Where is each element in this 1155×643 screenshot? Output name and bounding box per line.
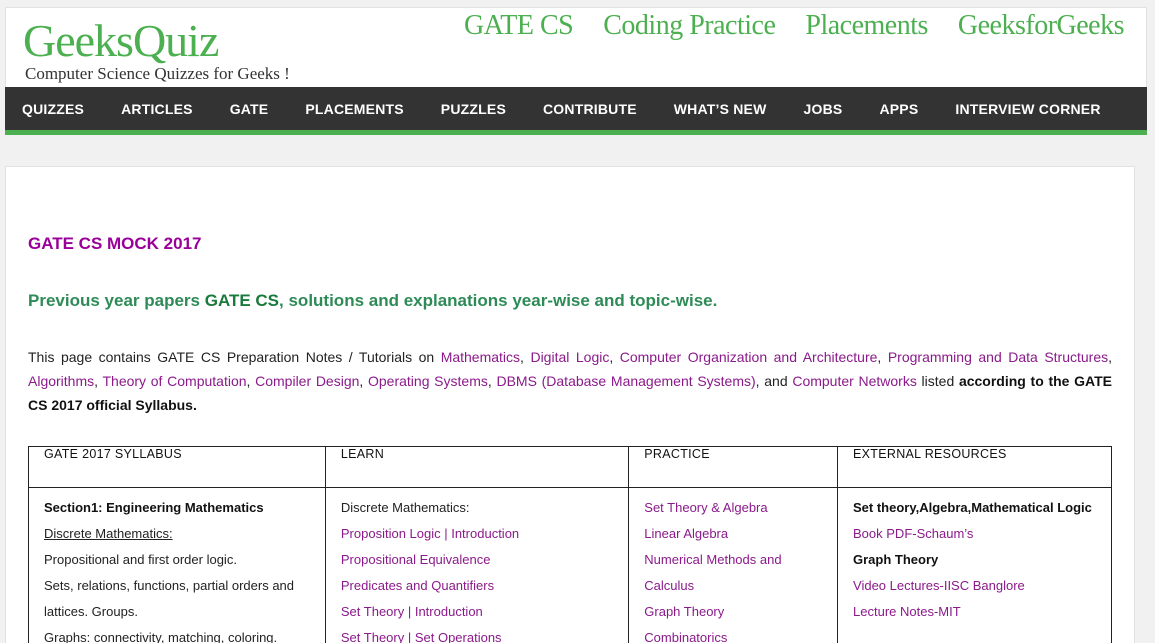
main-nav: QUIZZES ARTICLES GATE PLACEMENTS PUZZLES… bbox=[5, 87, 1147, 135]
nav-item-articles[interactable]: ARTICLES bbox=[121, 87, 193, 130]
link-computer-networks[interactable]: Computer Networks bbox=[792, 373, 917, 389]
top-links: GATE CS Coding Practice Placements Geeks… bbox=[464, 10, 1125, 42]
learn-link-item: Set Theory | Set Operations bbox=[341, 628, 613, 643]
link-mathematics[interactable]: Mathematics bbox=[441, 349, 520, 365]
practice-link[interactable]: Combinatorics bbox=[644, 630, 727, 643]
learn-cell: Discrete Mathematics: Proposition Logic … bbox=[324, 487, 630, 643]
link-digital-logic[interactable]: Digital Logic bbox=[530, 349, 609, 365]
practice-link[interactable]: Numerical Methods and bbox=[644, 552, 781, 567]
learn-link[interactable]: Propositional Equivalence bbox=[341, 552, 491, 567]
nav-item-puzzles[interactable]: PUZZLES bbox=[441, 87, 506, 130]
syllabus-line: Propositional and first order logic. bbox=[44, 552, 237, 567]
header-syllabus: GATE 2017 SYLLABUS bbox=[28, 446, 326, 488]
graphs-underlined: Graphs bbox=[44, 630, 87, 643]
link-compiler-design[interactable]: Compiler Design bbox=[255, 373, 359, 389]
nav-item-whats-new[interactable]: WHAT’S NEW bbox=[674, 87, 767, 130]
link-programming-data-structures[interactable]: Programming and Data Structures bbox=[888, 349, 1108, 365]
table-row: Section1: Engineering Mathematics Discre… bbox=[28, 487, 1112, 643]
top-link-gate-cs[interactable]: GATE CS bbox=[464, 10, 574, 42]
external-link-item: Video Lectures-IISC Banglore bbox=[853, 576, 1096, 602]
nav-item-contribute[interactable]: CONTRIBUTE bbox=[543, 87, 637, 130]
nav-item-interview-corner[interactable]: INTERVIEW CORNER bbox=[955, 87, 1100, 130]
intro-listed: listed bbox=[916, 373, 959, 389]
syllabus-table: GATE 2017 SYLLABUS LEARN PRACTICE EXTERN… bbox=[28, 446, 1112, 643]
practice-link-item: Numerical Methods and bbox=[644, 550, 822, 576]
nav-item-quizzes[interactable]: QUIZZES bbox=[22, 87, 84, 130]
intro-and: and bbox=[764, 373, 793, 389]
external-link-item: Lecture Notes-MIT bbox=[853, 602, 1096, 628]
learn-link-item: Predicates and Quantifiers bbox=[341, 576, 613, 602]
practice-link-item: Set Theory & Algebra bbox=[644, 498, 822, 524]
external-link[interactable]: Book PDF-Schaum’s bbox=[853, 526, 973, 541]
header-external: EXTERNAL RESOURCES bbox=[837, 446, 1112, 488]
nav-item-apps[interactable]: APPS bbox=[879, 87, 918, 130]
top-link-coding-practice[interactable]: Coding Practice bbox=[603, 10, 776, 42]
intro-text: This page contains GATE CS Preparation N… bbox=[28, 349, 441, 365]
top-link-geeksforgeeks[interactable]: GeeksforGeeks bbox=[958, 10, 1125, 42]
section-heading: Section1: Engineering Mathematics bbox=[44, 500, 264, 515]
external-link[interactable]: Video Lectures-IISC Banglore bbox=[853, 578, 1025, 593]
practice-link-item: Graph Theory bbox=[644, 602, 822, 628]
site-logo[interactable]: GeeksQuiz bbox=[23, 14, 219, 67]
external-link-item: Book PDF-Schaum’s bbox=[853, 524, 1096, 550]
nav-item-placements[interactable]: PLACEMENTS bbox=[305, 87, 403, 130]
practice-link[interactable]: Linear Algebra bbox=[644, 526, 728, 541]
learn-link[interactable]: Proposition Logic | Introduction bbox=[341, 526, 519, 541]
link-operating-systems[interactable]: Operating Systems bbox=[368, 373, 488, 389]
intro-paragraph: This page contains GATE CS Preparation N… bbox=[28, 349, 1113, 413]
link-theory-of-computation[interactable]: Theory of Computation bbox=[102, 373, 246, 389]
link-algorithms[interactable]: Algorithms bbox=[28, 373, 94, 389]
link-dbms[interactable]: DBMS (Database Management Systems) bbox=[496, 373, 755, 389]
practice-link-item: Combinatorics bbox=[644, 628, 822, 643]
learn-link[interactable]: Set Theory | Set Operations bbox=[341, 630, 502, 643]
external-link[interactable]: Lecture Notes-MIT bbox=[853, 604, 961, 619]
subtitle-post: , solutions and explanations year-wise a… bbox=[279, 291, 718, 310]
external-cell: Set theory,Algebra,Mathematical Logic Bo… bbox=[837, 487, 1112, 643]
subtitle-pre: Previous year papers bbox=[28, 291, 205, 310]
discrete-math-label: Discrete Mathematics: bbox=[44, 524, 310, 550]
nav-item-gate[interactable]: GATE bbox=[230, 87, 269, 130]
practice-cell: Set Theory & Algebra Linear Algebra Nume… bbox=[628, 487, 839, 643]
practice-link[interactable]: Set Theory & Algebra bbox=[644, 500, 767, 515]
practice-link[interactable]: Graph Theory bbox=[644, 604, 724, 619]
learn-heading: Discrete Mathematics: bbox=[340, 500, 470, 515]
main-content: GATE CS MOCK 2017 Previous year papers G… bbox=[5, 166, 1135, 643]
practice-link-item: Calculus bbox=[644, 576, 822, 602]
learn-link-item: Propositional Equivalence bbox=[341, 550, 613, 576]
page-subtitle: Previous year papers GATE CS, solutions … bbox=[28, 291, 717, 311]
syllabus-graphs-line: Graphs: connectivity, matching, coloring… bbox=[44, 628, 310, 643]
learn-link[interactable]: Set Theory | Introduction bbox=[341, 604, 483, 619]
practice-link[interactable]: Calculus bbox=[644, 578, 694, 593]
subtitle-bold: GATE CS bbox=[204, 291, 280, 310]
graphs-rest: : connectivity, matching, coloring. bbox=[86, 630, 278, 643]
site-tagline: Computer Science Quizzes for Geeks ! bbox=[25, 64, 290, 83]
top-link-placements[interactable]: Placements bbox=[805, 10, 928, 42]
learn-link[interactable]: Predicates and Quantifiers bbox=[341, 578, 494, 593]
learn-link-item: Proposition Logic | Introduction bbox=[341, 524, 613, 550]
external-heading: Graph Theory bbox=[853, 552, 939, 567]
header-practice: PRACTICE bbox=[628, 446, 839, 488]
nav-item-jobs[interactable]: JOBS bbox=[804, 87, 843, 130]
mock-title[interactable]: GATE CS MOCK 2017 bbox=[28, 234, 202, 254]
site-header: GeeksQuiz Computer Science Quizzes for G… bbox=[5, 7, 1147, 87]
header-learn: LEARN bbox=[324, 446, 630, 488]
link-computer-organization[interactable]: Computer Organization and Architecture bbox=[620, 349, 878, 365]
table-header-row: GATE 2017 SYLLABUS LEARN PRACTICE EXTERN… bbox=[28, 446, 1112, 488]
discrete-math-underlined: Discrete Mathematics: bbox=[44, 526, 173, 541]
syllabus-line: lattices. Groups. bbox=[44, 604, 138, 619]
practice-link-item: Linear Algebra bbox=[644, 524, 822, 550]
external-heading: Set theory,Algebra,Mathematical Logic bbox=[853, 500, 1092, 515]
learn-link-item: Set Theory | Introduction bbox=[341, 602, 613, 628]
syllabus-cell: Section1: Engineering Mathematics Discre… bbox=[28, 487, 326, 643]
syllabus-line: Sets, relations, functions, partial orde… bbox=[44, 578, 295, 593]
